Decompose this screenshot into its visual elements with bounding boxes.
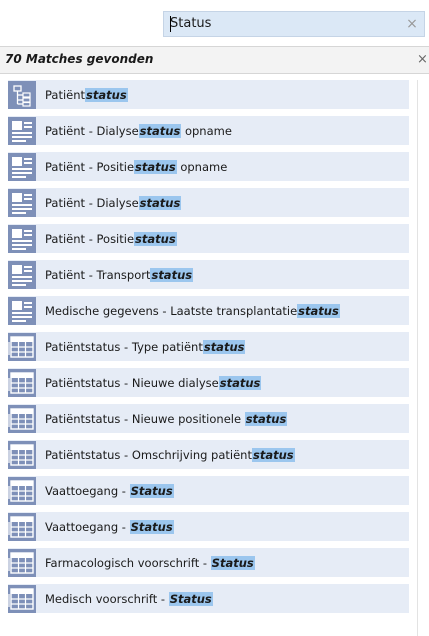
results-header: 70 Matches gevonden ×	[0, 46, 429, 74]
list-item[interactable]: Patiëntstatus - Type patiëntstatus	[8, 332, 409, 362]
text-caret	[170, 16, 171, 32]
list-item-label: Patiënt - Dialysestatus opname	[45, 116, 232, 146]
list-item-label: Vaattoegang - Status	[45, 476, 174, 506]
form-icon	[8, 153, 36, 181]
list-item-label: Patiënt - Positiestatus opname	[45, 152, 227, 182]
list-item-label: Patiënt - Dialysestatus	[45, 188, 182, 218]
table-icon	[8, 333, 36, 361]
form-icon	[8, 297, 36, 325]
table-icon	[8, 513, 36, 541]
match-highlight: status	[297, 304, 340, 318]
label-text: Vaattoegang -	[45, 484, 130, 498]
search-bar: ×	[0, 0, 429, 44]
match-highlight: status	[218, 376, 262, 390]
form-icon	[8, 117, 36, 145]
list-item-label: Patiënt - Transportstatus	[45, 260, 194, 290]
form-icon	[8, 225, 36, 253]
list-item[interactable]: Farmacologisch voorschrift - Status	[8, 548, 409, 578]
match-highlight: status	[138, 124, 182, 138]
list-item-label: Patiëntstatus - Nieuwe dialysestatus	[45, 368, 262, 398]
list-item[interactable]: Patiëntstatus - Nieuwe positionele statu…	[8, 404, 409, 434]
results-list: Patiëntstatus Patiënt - Dialysestatus opn…	[8, 80, 409, 636]
list-item[interactable]: Patiënt - Dialysestatus opname	[8, 116, 409, 146]
tree-icon	[8, 81, 36, 109]
match-highlight: Status	[168, 592, 213, 606]
list-item-label: Patiëntstatus - Type patiëntstatus	[45, 332, 246, 362]
label-text: Patiënt	[45, 88, 86, 102]
list-item-label: Patiëntstatus	[45, 80, 128, 110]
label-text: Farmacologisch voorschrift -	[45, 556, 211, 570]
match-highlight: status	[138, 196, 182, 210]
list-item-label: Farmacologisch voorschrift - Status	[45, 548, 255, 578]
table-icon	[8, 585, 36, 613]
label-suffix: opname	[176, 160, 228, 174]
match-highlight: status	[244, 412, 288, 426]
match-highlight: Status	[129, 484, 174, 498]
scrollbar[interactable]	[417, 80, 429, 636]
list-item[interactable]: Patiënt - Positiestatus	[8, 224, 409, 254]
label-text: Patiënt - Transport	[45, 268, 151, 282]
match-count: 70 Matches gevonden	[5, 52, 154, 66]
label-text: Patiënt - Dialyse	[45, 124, 139, 138]
table-icon	[8, 405, 36, 433]
list-item[interactable]: Patiëntstatus - Omschrijving patiëntstat…	[8, 440, 409, 470]
label-text: Patiënt - Dialyse	[45, 196, 139, 210]
match-highlight: status	[150, 268, 194, 282]
list-item[interactable]: Vaattoegang - Status	[8, 512, 409, 542]
match-highlight: Status	[210, 556, 255, 570]
match-highlight: status	[134, 232, 177, 246]
table-icon	[8, 369, 36, 397]
label-text: Patiënt - Positie	[45, 232, 135, 246]
close-results-icon[interactable]: ×	[417, 51, 429, 69]
search-box[interactable]: ×	[163, 11, 425, 37]
list-item[interactable]: Medisch voorschrift - Status	[8, 584, 409, 614]
table-icon	[8, 477, 36, 505]
match-highlight: status	[85, 88, 128, 102]
list-item[interactable]: Medische gegevens - Laatste transplantat…	[8, 296, 409, 326]
match-highlight: status	[134, 160, 177, 174]
list-item[interactable]: Patiënt - Dialysestatus	[8, 188, 409, 218]
clear-search-icon[interactable]: ×	[402, 14, 422, 34]
list-item-label: Patiëntstatus - Omschrijving patiëntstat…	[45, 440, 295, 470]
list-item[interactable]: Patiënt - Positiestatus opname	[8, 152, 409, 182]
list-item-label: Patiënt - Positiestatus	[45, 224, 177, 254]
table-icon	[8, 549, 36, 577]
label-text: Patiëntstatus - Omschrijving patiënt	[45, 448, 252, 462]
label-text: Medische gegevens - Laatste transplantat…	[45, 304, 298, 318]
match-highlight: Status	[129, 520, 174, 534]
label-suffix: opname	[181, 124, 232, 138]
table-icon	[8, 441, 36, 469]
label-text: Patiëntstatus - Nieuwe dialyse	[45, 376, 219, 390]
label-text: Patiënt - Positie	[45, 160, 135, 174]
search-input[interactable]	[170, 12, 390, 36]
list-item-label: Vaattoegang - Status	[45, 512, 174, 542]
list-item-label: Medische gegevens - Laatste transplantat…	[45, 296, 340, 326]
list-item-label: Patiëntstatus - Nieuwe positionele statu…	[45, 404, 288, 434]
form-icon	[8, 261, 36, 289]
match-highlight: status	[251, 448, 295, 462]
label-text: Vaattoegang -	[45, 520, 130, 534]
form-icon	[8, 189, 36, 217]
label-text: Medisch voorschrift -	[45, 592, 169, 606]
list-item-label: Medisch voorschrift - Status	[45, 584, 213, 614]
list-item[interactable]: Patiëntstatus - Nieuwe dialysestatus	[8, 368, 409, 398]
list-item[interactable]: Vaattoegang - Status	[8, 476, 409, 506]
label-text: Patiëntstatus - Nieuwe positionele	[45, 412, 245, 426]
list-item[interactable]: Patiënt - Transportstatus	[8, 260, 409, 290]
match-highlight: status	[202, 340, 246, 354]
list-item[interactable]: Patiëntstatus	[8, 80, 409, 110]
label-text: Patiëntstatus - Type patiënt	[45, 340, 203, 354]
